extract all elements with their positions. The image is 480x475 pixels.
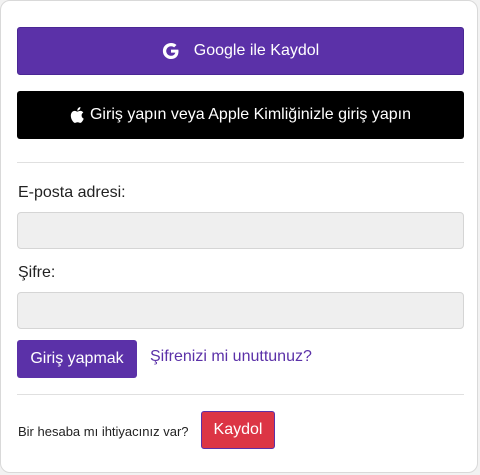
google-signup-label: Google ile Kaydol [193, 42, 320, 59]
apple-signin-label: Giriş yapın veya Apple Kimliğinizle giri… [89, 106, 412, 123]
google-icon [162, 43, 179, 59]
apple-icon [70, 107, 84, 123]
divider [17, 394, 464, 395]
signup-button[interactable]: Kaydol [201, 411, 275, 449]
password-label: Şifre: [18, 264, 56, 281]
divider [17, 162, 464, 163]
email-field[interactable] [17, 212, 464, 249]
password-field[interactable] [17, 292, 464, 329]
login-button[interactable]: Giriş yapmak [17, 340, 137, 378]
email-label: E-posta adresi: [18, 184, 126, 201]
login-button-label: Giriş yapmak [30, 350, 124, 367]
signup-button-label: Kaydol [213, 421, 263, 438]
apple-signin-button[interactable]: Giriş yapın veya Apple Kimliğinizle giri… [17, 91, 464, 139]
forgot-password-link[interactable]: Şifrenizi mi unuttunuz? [150, 348, 312, 366]
need-account-text: Bir hesaba mı ihtiyacınız var? [18, 424, 189, 439]
login-card: Google ile Kaydol Giriş yapın veya Apple… [0, 0, 478, 473]
google-signup-button[interactable]: Google ile Kaydol [17, 27, 464, 75]
